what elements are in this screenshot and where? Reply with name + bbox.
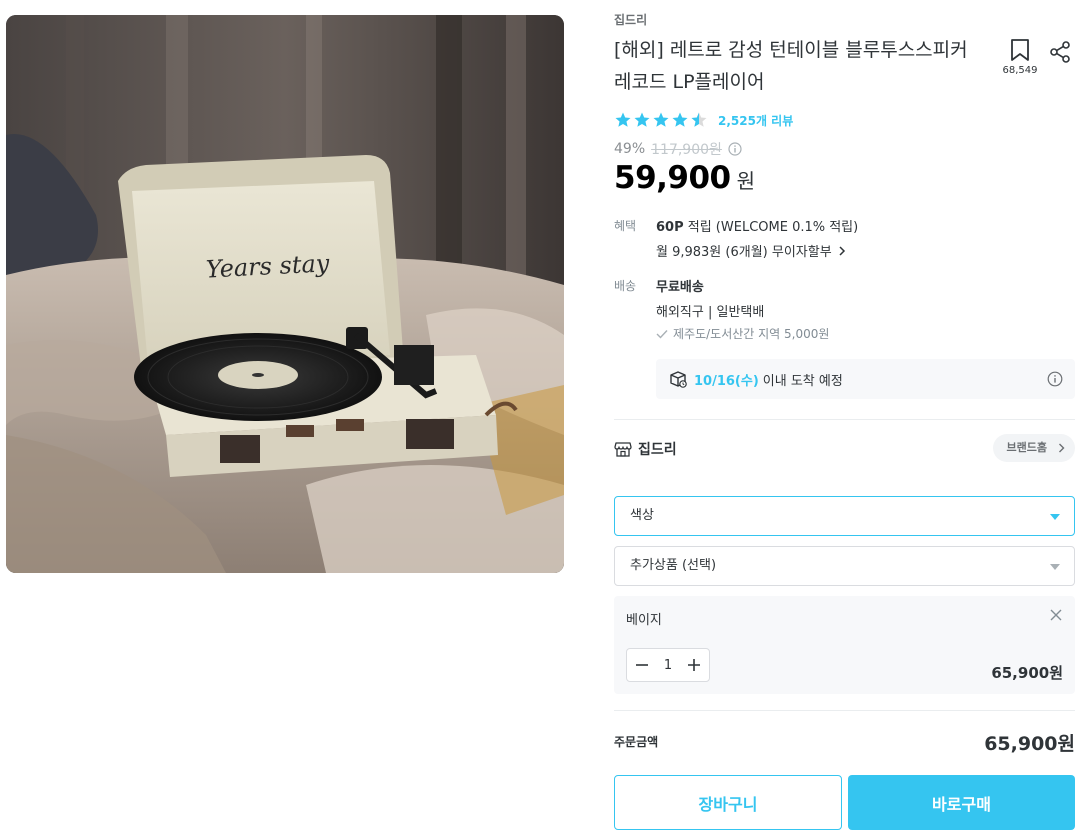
check-icon <box>656 329 668 339</box>
addon-select[interactable]: 추가상품 (선택) <box>614 546 1075 586</box>
star-icon <box>653 112 669 127</box>
arrival-suffix: 이내 도착 예정 <box>762 373 843 389</box>
installment-text: 월 9,983원 (6개월) 무이자할부 <box>656 245 832 260</box>
section-divider <box>614 710 1075 711</box>
star-icon <box>672 112 688 127</box>
arrival-date: 10/16(수) <box>694 373 759 389</box>
rating-stars <box>614 111 708 129</box>
store-row: 집드리 브랜드홈 <box>614 434 1075 462</box>
selected-option-name: 베이지 <box>626 613 662 628</box>
caret-down-icon <box>1050 514 1060 520</box>
installment-link[interactable]: 월 9,983원 (6개월) 무이자할부 <box>656 241 846 260</box>
caret-down-icon <box>1050 564 1060 570</box>
star-icon <box>634 112 650 127</box>
plus-icon <box>688 659 700 671</box>
color-select[interactable]: 색상 <box>614 496 1075 536</box>
bookmark-button[interactable]: 68,549 <box>1000 38 1040 76</box>
star-icon <box>615 112 631 127</box>
add-to-cart-button[interactable]: 장바구니 <box>614 775 842 830</box>
bookmark-icon <box>1011 39 1029 61</box>
quantity-stepper: 1 <box>626 648 710 682</box>
turntable-photo: Years stay <box>6 15 564 573</box>
buy-now-button[interactable]: 바로구매 <box>848 775 1075 830</box>
discount-rate: 49% <box>614 141 646 157</box>
selected-option-item: 베이지 1 65,900원 <box>614 596 1075 694</box>
section-divider <box>614 419 1075 420</box>
shipping-method: 해외직구 | 일반택배 <box>656 305 765 320</box>
brand-home-button[interactable]: 브랜드홈 <box>992 434 1075 462</box>
color-select-label: 색상 <box>630 508 654 523</box>
shipping-type: 무료배송 <box>656 276 704 295</box>
share-icon <box>1050 41 1070 63</box>
brand-name[interactable]: 집드리 <box>614 11 647 28</box>
product-title: [해외] 레트로 감성 턴테이블 블루투스스피커 레코드 LP플레이어 <box>614 39 968 93</box>
product-image[interactable]: Years stay <box>6 15 564 573</box>
chevron-right-icon <box>839 246 845 256</box>
original-price: 117,900원 <box>651 142 722 158</box>
total-price: 65,900원 <box>984 733 1075 755</box>
arrival-estimate: 10/16(수) 이내 도착 예정 <box>656 359 1075 399</box>
selected-option-price: 65,900원 <box>991 664 1063 682</box>
chevron-right-icon <box>1059 443 1065 453</box>
close-icon[interactable] <box>1049 608 1063 622</box>
benefit-points: 60P 적립 (WELCOME 0.1% 적립) <box>656 216 858 235</box>
delivery-box-icon <box>670 371 687 388</box>
price-row: 59,900 원 <box>614 160 755 196</box>
store-icon <box>614 442 632 457</box>
shipping-extra-row: 제주도/도서산간 지역 5,000원 <box>656 325 829 342</box>
points-description: 적립 (WELCOME 0.1% 적립) <box>683 220 859 235</box>
sale-price: 59,900 <box>614 160 731 196</box>
total-label: 주문금액 <box>614 735 659 749</box>
free-shipping-text: 무료배송 <box>656 280 704 295</box>
currency-unit: 원 <box>736 169 756 193</box>
review-count-link[interactable]: 2,525개 리뷰 <box>718 112 793 129</box>
minus-icon <box>636 664 648 666</box>
shipping-label: 배송 <box>614 279 637 293</box>
points-amount: 60P <box>656 220 684 235</box>
share-button[interactable] <box>1048 40 1072 68</box>
addon-select-label: 추가상품 (선택) <box>630 558 717 573</box>
store-name[interactable]: 집드리 <box>638 439 677 459</box>
shipping-extra: 제주도/도서산간 지역 5,000원 <box>673 327 830 341</box>
benefit-label: 혜택 <box>614 219 637 233</box>
discount-row: 49% 117,900원 <box>614 139 742 159</box>
arrival-info-icon[interactable] <box>1047 371 1063 387</box>
bookmark-count: 68,549 <box>1002 65 1038 76</box>
increase-button[interactable] <box>685 656 703 674</box>
decrease-button[interactable] <box>633 656 651 674</box>
quantity-value[interactable]: 1 <box>664 658 672 673</box>
half-star-icon <box>691 112 707 127</box>
brand-home-label: 브랜드홈 <box>1006 441 1047 454</box>
rating-row: 2,525개 리뷰 <box>614 111 793 129</box>
info-icon[interactable] <box>728 142 742 156</box>
